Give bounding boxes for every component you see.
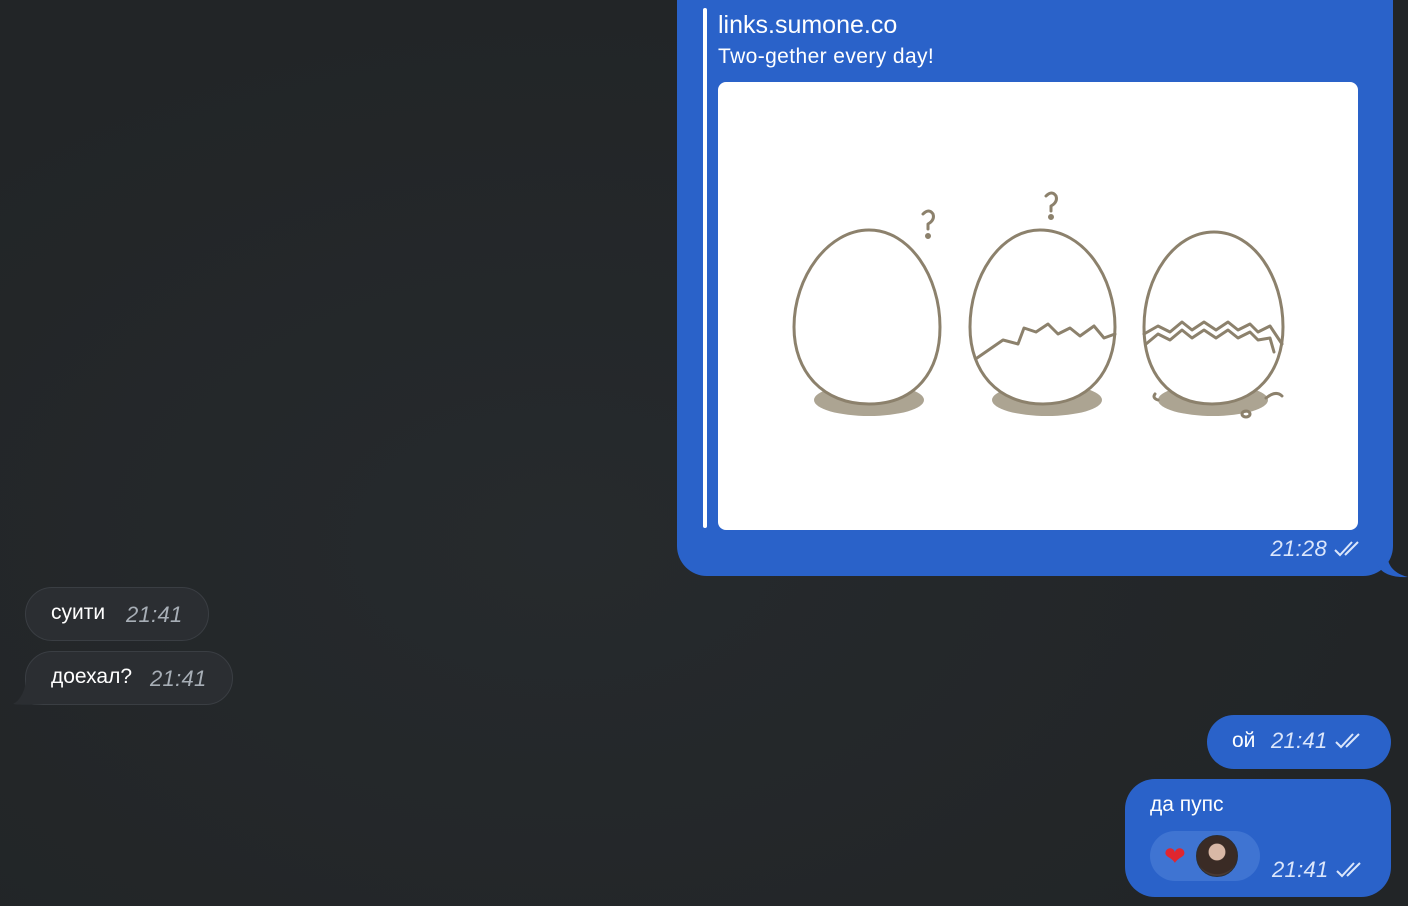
- message-meta: 21:41: [1272, 857, 1365, 883]
- double-check-icon: [1334, 733, 1360, 749]
- bubble-tail: [13, 680, 43, 705]
- double-check-icon: [1335, 862, 1361, 878]
- eggs-illustration: [792, 191, 1285, 419]
- preview-description: Two-gether every day!: [718, 45, 935, 68]
- link-preview-message[interactable]: links.sumone.co Two-gether every day! 21…: [677, 0, 1393, 576]
- chat-history: links.sumone.co Two-gether every day! 21…: [0, 0, 1408, 906]
- message-text: суити: [51, 601, 106, 624]
- message-text: доехал?: [51, 665, 133, 688]
- outgoing-message[interactable]: ой 21:41: [1207, 715, 1391, 769]
- incoming-message[interactable]: доехал? 21:41: [25, 651, 233, 705]
- message-text: да пупс: [1150, 793, 1224, 816]
- message-time: 21:41: [126, 602, 183, 627]
- double-check-icon: [1334, 541, 1359, 557]
- preview-site-name[interactable]: links.sumone.co: [718, 11, 897, 40]
- message-time: 21:28: [1270, 536, 1327, 561]
- reaction-badge[interactable]: ❤: [1150, 831, 1260, 881]
- message-time: 21:41: [1272, 857, 1329, 882]
- incoming-message[interactable]: суити 21:41: [25, 587, 209, 641]
- message-time: 21:41: [1271, 728, 1328, 753]
- message-meta: 21:41: [1271, 728, 1364, 754]
- outgoing-message[interactable]: да пупс ❤ 21:41: [1125, 779, 1391, 897]
- link-message-meta: 21:28: [1270, 536, 1363, 562]
- preview-image[interactable]: [718, 82, 1358, 530]
- message-time: 21:41: [150, 666, 207, 691]
- user-avatar[interactable]: [1195, 835, 1238, 877]
- bubble-tail: [1376, 560, 1408, 578]
- preview-accent-bar: [703, 8, 707, 528]
- heart-icon: ❤: [1164, 841, 1186, 871]
- message-text: ой: [1232, 729, 1256, 752]
